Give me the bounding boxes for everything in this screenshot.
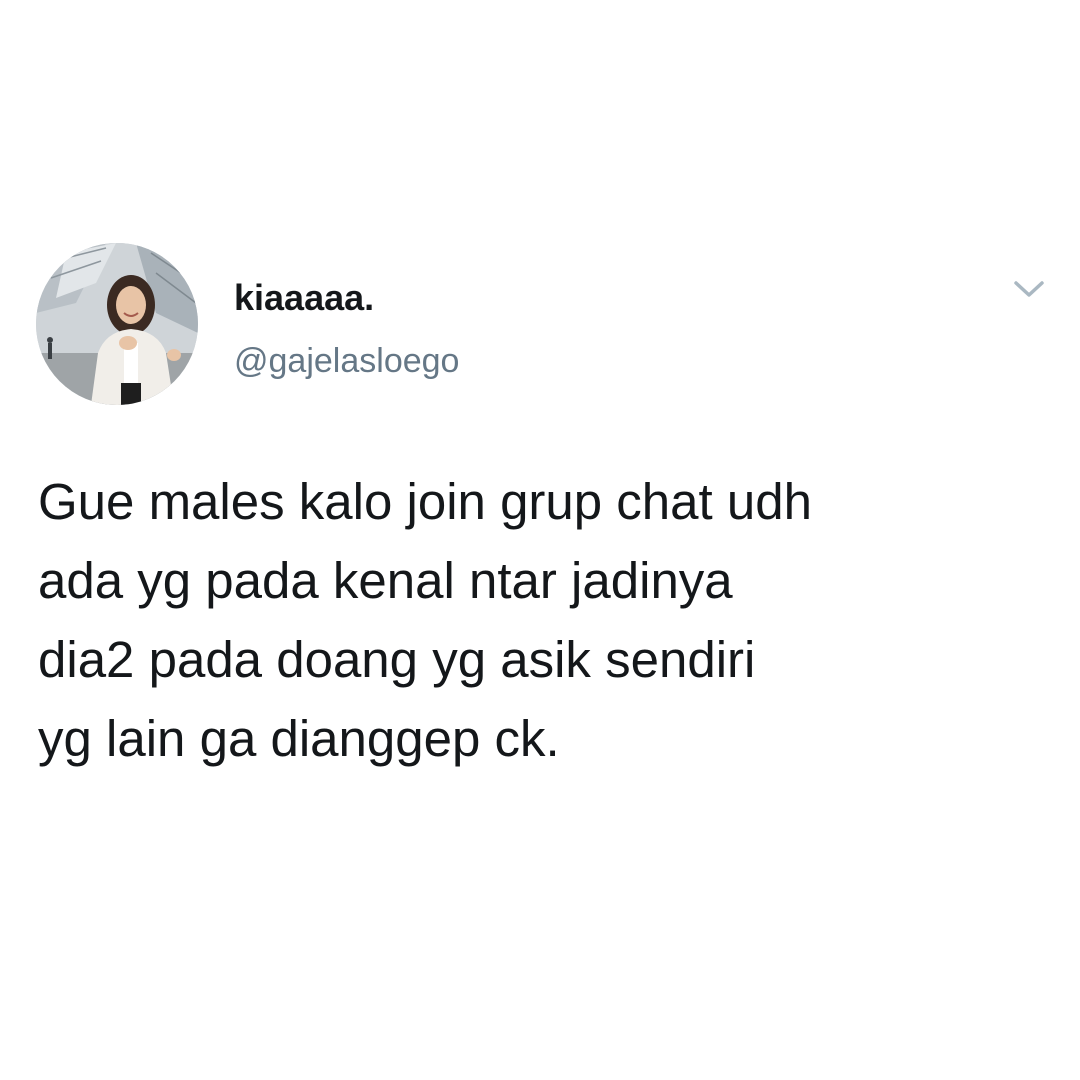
tweet-text-line: ada yg pada kenal ntar jadinya <box>38 552 733 609</box>
tweet-card: kiaaaaa. @gajelasloego Gue males kalo jo… <box>0 0 1080 1080</box>
avatar[interactable] <box>36 243 198 405</box>
chevron-down-icon <box>1014 281 1044 297</box>
tweet-text-line: yg lain ga dianggep ck. <box>38 710 560 767</box>
profile-photo-icon <box>36 243 198 405</box>
tweet-text-line: Gue males kalo join grup chat udh <box>38 473 812 530</box>
display-name[interactable]: kiaaaaa. <box>234 276 374 320</box>
tweet-menu-button[interactable] <box>1006 272 1052 306</box>
tweet-text-line: dia2 pada doang yg asik sendiri <box>38 631 756 688</box>
tweet-text: Gue males kalo join grup chat udh ada yg… <box>38 462 1048 778</box>
user-handle[interactable]: @gajelasloego <box>234 340 459 382</box>
